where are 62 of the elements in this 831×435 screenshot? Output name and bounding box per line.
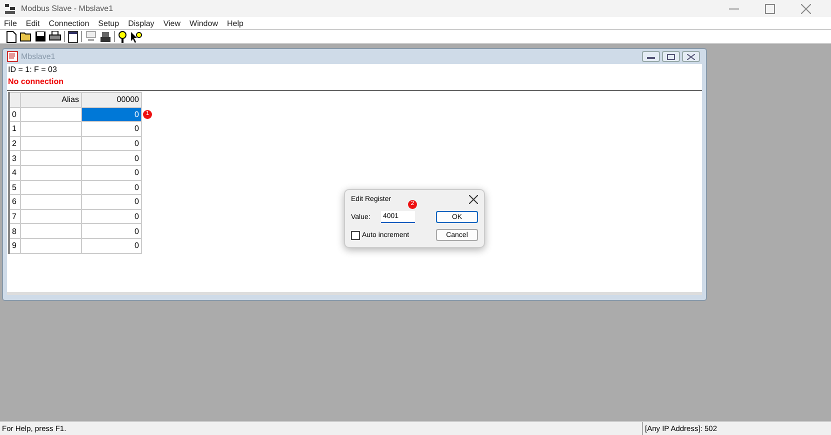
menu-item[interactable]: Connection <box>48 18 90 28</box>
row-header: 9 <box>9 238 20 254</box>
window-icon[interactable] <box>68 30 78 42</box>
menu-item[interactable]: File <box>4 18 17 28</box>
table-cell[interactable]: 0 <box>82 194 142 210</box>
menu-item[interactable]: View <box>163 18 181 28</box>
maximize-icon[interactable] <box>765 4 775 14</box>
menu-item[interactable]: Setup <box>98 18 120 28</box>
print-icon[interactable] <box>49 31 61 42</box>
window-title: Modbus Slave - Mbslave1 <box>21 4 114 13</box>
restore-icon <box>667 54 675 60</box>
row-header: 8 <box>9 224 20 238</box>
table-cell[interactable]: 0 <box>82 136 142 151</box>
close-button[interactable] <box>682 51 700 62</box>
document-icon <box>7 51 18 62</box>
table-cell[interactable] <box>20 180 82 195</box>
column-header: 00000 <box>82 92 142 108</box>
device-icon[interactable] <box>100 30 111 42</box>
table-cell[interactable] <box>20 150 82 166</box>
row-header: 7 <box>9 209 20 224</box>
corner-cell <box>9 92 20 108</box>
row-header: 0 <box>9 107 20 122</box>
row-header: 2 <box>9 136 20 151</box>
table-cell[interactable]: 0 <box>82 209 142 224</box>
table-cell[interactable]: 0 <box>82 150 142 166</box>
row-header: 4 <box>9 165 20 180</box>
folder-icon[interactable] <box>20 31 32 42</box>
child-window-title: Mbslave1 <box>21 52 56 61</box>
checkbox[interactable] <box>351 230 360 240</box>
row-header: 3 <box>9 150 20 166</box>
save-icon[interactable] <box>35 31 46 42</box>
table-cell[interactable]: 0 <box>82 238 142 254</box>
info-text: ID = 1: F = 03 <box>7 64 58 76</box>
row-header: 5 <box>9 180 20 195</box>
menu-item[interactable]: Window <box>190 18 218 28</box>
context-help-icon[interactable] <box>130 30 142 42</box>
restore-button[interactable] <box>662 51 680 62</box>
close-icon <box>687 54 695 60</box>
menu-item[interactable]: Display <box>128 18 154 28</box>
table-cell[interactable]: 0 <box>82 122 142 136</box>
connection-status: No connection <box>7 76 65 88</box>
table-cell[interactable] <box>20 122 82 136</box>
table-cell[interactable] <box>20 194 82 210</box>
table-cell[interactable]: 0 <box>82 224 142 238</box>
table-cell[interactable]: 0 <box>82 180 142 195</box>
menu-item[interactable]: Help <box>226 18 244 28</box>
row-header: 1 <box>9 122 20 136</box>
help-icon[interactable] <box>118 30 127 42</box>
app-icon <box>4 2 16 14</box>
menu-item[interactable]: Edit <box>26 18 40 28</box>
table-cell[interactable]: 0 <box>82 165 142 180</box>
table-cell[interactable] <box>20 224 82 238</box>
table-cell[interactable] <box>20 209 82 224</box>
close-icon[interactable] <box>469 194 478 204</box>
minimize-button[interactable] <box>642 51 660 62</box>
new-file-icon[interactable] <box>6 30 17 42</box>
table-cell[interactable] <box>20 165 82 180</box>
column-header: Alias <box>20 92 82 108</box>
row-header: 6 <box>9 194 20 210</box>
table-cell[interactable] <box>20 107 82 122</box>
table-cell[interactable] <box>20 238 82 254</box>
table-cell[interactable] <box>20 136 82 151</box>
